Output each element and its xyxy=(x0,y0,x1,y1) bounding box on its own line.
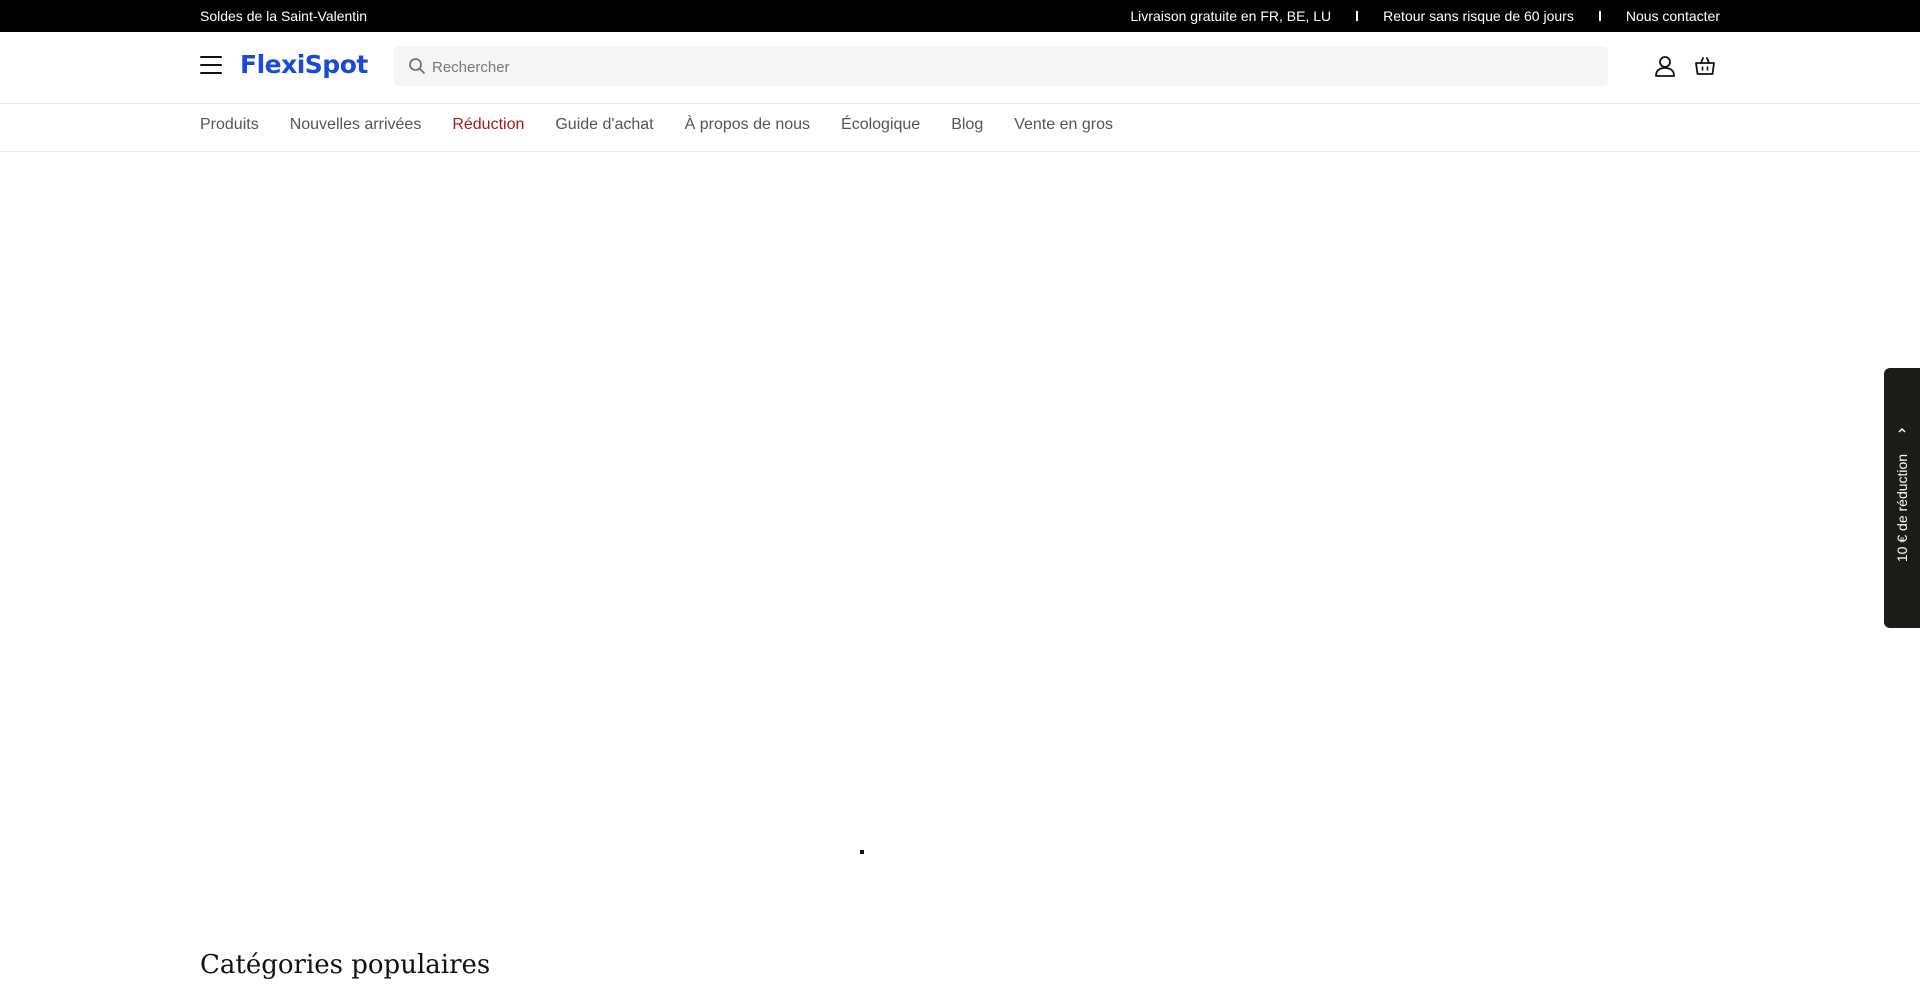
nav-item-reduction[interactable]: Réduction xyxy=(452,116,524,134)
discount-side-tab[interactable]: 10 € de réduction xyxy=(1884,368,1920,628)
divider xyxy=(1356,11,1359,21)
menu-icon[interactable] xyxy=(200,56,222,74)
main-navigation: Produits Nouvelles arrivées Réduction Gu… xyxy=(0,104,1920,152)
chevron-up-icon xyxy=(1898,428,1906,433)
search-input[interactable] xyxy=(430,46,1584,88)
search-icon xyxy=(409,58,425,74)
site-header: FlexiSpot xyxy=(0,32,1920,104)
nav-item-produits[interactable]: Produits xyxy=(200,116,259,134)
nav-item-a-propos[interactable]: À propos de nous xyxy=(685,116,810,134)
nav-item-guide-achat[interactable]: Guide d'achat xyxy=(555,116,653,134)
nav-item-vente-en-gros[interactable]: Vente en gros xyxy=(1014,116,1113,134)
promo-text[interactable]: Soldes de la Saint-Valentin xyxy=(200,8,367,24)
divider xyxy=(1598,11,1601,21)
free-shipping-link[interactable]: Livraison gratuite en FR, BE, LU xyxy=(1130,8,1331,24)
flexispot-logo[interactable]: FlexiSpot xyxy=(240,50,368,79)
cart-icon[interactable] xyxy=(1694,55,1716,77)
popular-categories-title: Catégories populaires xyxy=(200,950,491,980)
contact-link[interactable]: Nous contacter xyxy=(1626,8,1720,24)
nav-item-blog[interactable]: Blog xyxy=(951,116,983,134)
search-bar[interactable] xyxy=(394,46,1608,88)
discount-label: 10 € de réduction xyxy=(1894,453,1910,563)
returns-link[interactable]: Retour sans risque de 60 jours xyxy=(1383,8,1574,24)
account-icon[interactable] xyxy=(1654,55,1676,77)
loading-indicator xyxy=(860,850,864,854)
announcement-bar: Soldes de la Saint-Valentin Livraison gr… xyxy=(0,0,1920,32)
topbar-links: Livraison gratuite en FR, BE, LU Retour … xyxy=(1130,8,1720,24)
nav-item-nouvelles-arrivees[interactable]: Nouvelles arrivées xyxy=(290,116,422,134)
nav-item-ecologique[interactable]: Écologique xyxy=(841,116,920,134)
